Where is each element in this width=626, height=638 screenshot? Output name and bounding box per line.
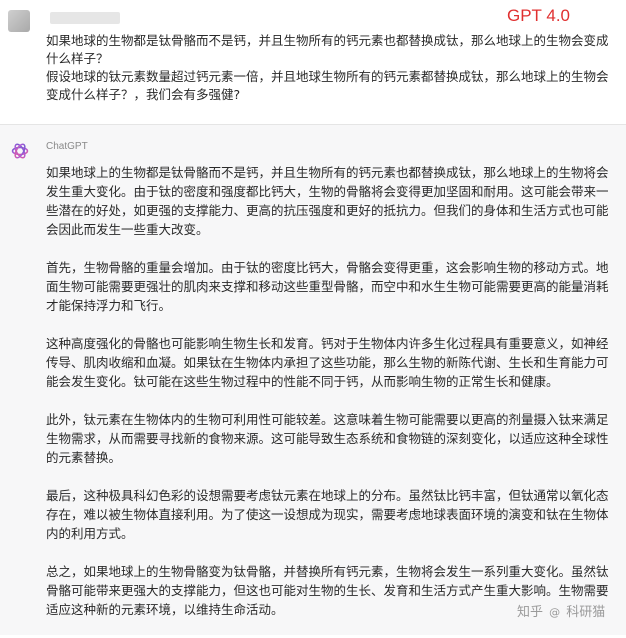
watermark-at: @ [549,606,561,619]
user-name-redacted [50,12,120,24]
model-label: GPT 4.0 [507,6,570,25]
watermark-author: 科研猫 [566,605,606,620]
watermark-site: 知乎 [517,605,544,620]
answer-paragraph: 首先，生物骨骼的重量会增加。由于钛的密度比钙大，骨骼会变得更重，这会影响生物的移… [46,260,609,313]
openai-logo-icon [11,143,29,159]
answer-paragraph: 最后，这种极具科幻色彩的设想需要考虑钛元素在地球上的分布。虽然钛比钙丰富，但钛通… [46,488,609,541]
assistant-message: ChatGPT 如果地球上的生物都是钛骨骼而不是钙，并且生物所有的钙元素也都替换… [0,125,626,635]
user-question-text: 如果地球的生物都是钛骨骼而不是钙，并且生物所有的钙元素也都替换成钛，那么地球上的… [46,32,616,104]
answer-paragraph: 如果地球上的生物都是钛骨骼而不是钙，并且生物所有的钙元素也都替换成钛，那么地球上… [46,165,609,237]
assistant-sender-name: ChatGPT [46,141,88,152]
assistant-answer-text: 如果地球上的生物都是钛骨骼而不是钙，并且生物所有的钙元素也都替换成钛，那么地球上… [46,163,610,638]
zhihu-watermark: 知乎 @ 科研猫 [517,601,605,620]
user-message: GPT 4.0 如果地球的生物都是钛骨骼而不是钙，并且生物所有的钙元素也都替换成… [0,0,626,120]
answer-paragraph: 此外，钛元素在生物体内的生物可利用性可能较差。这意味着生物可能需要以更高的剂量摄… [46,412,609,465]
user-avatar [8,10,30,32]
question-line-1: 如果地球的生物都是钛骨骼而不是钙，并且生物所有的钙元素也都替换成钛，那么地球上的… [46,33,609,66]
answer-paragraph: 这种高度强化的骨骼也可能影响生物生长和发育。钙对于生物体内许多生化过程具有重要意… [46,336,609,389]
question-line-2: 假设地球的钛元素数量超过钙元素一倍，并且地球生物所有的钙元素都替换成钛，那么地球… [46,69,609,102]
